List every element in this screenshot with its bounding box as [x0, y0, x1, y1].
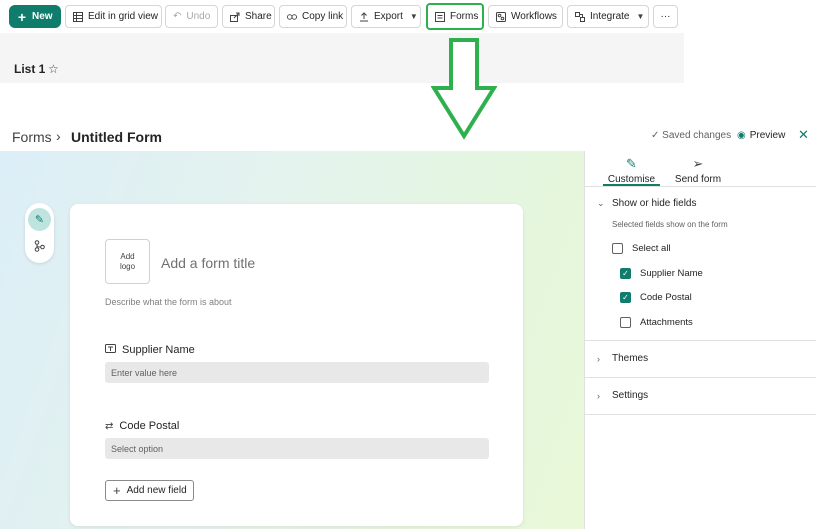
choice-swap-icon: ⇄	[105, 420, 114, 432]
workflows-button[interactable]: Workflows	[488, 5, 563, 28]
supplier-name-input[interactable]: Enter value here	[105, 362, 489, 383]
new-button[interactable]: + New	[9, 5, 61, 28]
plus-icon: +	[17, 8, 27, 25]
edit-in-grid-view-label: Edit in grid view	[88, 11, 159, 22]
checkbox-checked[interactable]: ✓	[620, 292, 631, 303]
workflows-label: Workflows	[511, 11, 557, 22]
branching-icon[interactable]	[28, 236, 51, 256]
themes-label: Themes	[612, 353, 649, 364]
chevron-down-icon: ▼	[636, 12, 645, 21]
integrate-label: Integrate	[590, 11, 630, 22]
show-hide-heading: Show or hide fields	[612, 198, 697, 209]
add-logo-label-1: Add	[120, 251, 135, 261]
add-logo-label-2: logo	[119, 261, 136, 271]
chevron-down-icon: ⌄	[597, 198, 605, 208]
integrate-button[interactable]: Integrate ▼	[567, 5, 649, 28]
chevron-down-icon: ▼	[409, 12, 418, 21]
command-bar: + New Edit in grid view ↶ Undo Share Cop…	[0, 0, 684, 33]
chevron-right-icon: ›	[597, 390, 600, 401]
copy-link-label: Copy link	[302, 11, 344, 22]
checkbox-checked[interactable]: ✓	[620, 268, 631, 279]
export-button[interactable]: Export ▼	[351, 5, 421, 28]
workflow-icon	[496, 11, 506, 22]
active-tab-indicator	[603, 184, 660, 186]
field-checkbox-label: Supplier Name	[640, 268, 703, 279]
checkbox[interactable]	[612, 243, 623, 254]
field-checkbox-supplier-name[interactable]: ✓ Supplier Name	[620, 268, 703, 279]
eye-icon: ◉	[737, 130, 746, 141]
add-new-field-button[interactable]: + Add new field	[105, 480, 194, 501]
settings-label: Settings	[612, 390, 649, 401]
new-button-label: New	[32, 11, 53, 22]
undo-button[interactable]: ↶ Undo	[165, 5, 218, 28]
check-icon: ✓	[651, 130, 660, 141]
integrate-icon	[575, 11, 585, 22]
plus-icon: +	[113, 483, 121, 498]
share-icon	[230, 12, 240, 22]
select-all-label: Select all	[632, 243, 671, 254]
forms-button[interactable]: Forms	[426, 3, 484, 30]
code-postal-select[interactable]: Select option	[105, 438, 489, 459]
link-icon	[287, 12, 297, 22]
tabs-divider	[584, 186, 816, 187]
more-options-button[interactable]: ···	[653, 5, 678, 28]
favorite-star-icon[interactable]: ☆	[48, 62, 59, 76]
export-icon	[359, 11, 369, 22]
send-icon: ➢	[692, 156, 704, 171]
field-checkbox-attachments[interactable]: Attachments	[620, 317, 693, 328]
form-title-input[interactable]: Add a form title	[161, 255, 255, 271]
breadcrumb-forms[interactable]: Forms	[12, 129, 52, 145]
themes-section[interactable]: › Themes	[597, 353, 648, 364]
chevron-right-icon: ›	[597, 353, 600, 364]
add-new-field-label: Add new field	[126, 485, 187, 496]
list-header	[0, 33, 684, 83]
form-icon	[435, 11, 445, 22]
annotation-arrow-icon	[431, 38, 497, 140]
text-field-icon	[105, 344, 116, 356]
tab-customise[interactable]: ✎ Customise	[603, 156, 660, 185]
saved-status: ✓ Saved changes	[651, 130, 731, 141]
copy-link-button[interactable]: Copy link	[279, 5, 347, 28]
export-label: Export	[374, 11, 403, 22]
field-checkbox-label: Code Postal	[640, 292, 692, 303]
list-title: List 1	[14, 62, 46, 76]
more-icon: ···	[660, 11, 671, 22]
share-label: Share	[245, 11, 272, 22]
tab-send-form-label: Send form	[674, 174, 722, 185]
saved-status-label: Saved changes	[662, 130, 732, 141]
form-description-input[interactable]: Describe what the form is about	[105, 297, 232, 307]
share-button[interactable]: Share	[222, 5, 275, 28]
show-hide-fields-section[interactable]: ⌄ Show or hide fields	[597, 198, 697, 209]
checkbox[interactable]	[620, 317, 631, 328]
field-checkbox-label: Attachments	[640, 317, 693, 328]
grid-icon	[73, 11, 83, 22]
section-divider	[584, 377, 816, 378]
show-hide-subtitle: Selected fields show on the form	[612, 220, 728, 229]
settings-section[interactable]: › Settings	[597, 390, 648, 401]
question-label: ⇄ Code Postal	[105, 420, 179, 432]
preview-label: Preview	[749, 130, 786, 141]
section-divider	[584, 340, 816, 341]
undo-icon: ↶	[173, 11, 182, 22]
tab-send-form[interactable]: ➢ Send form	[670, 156, 726, 185]
select-all-checkbox[interactable]: Select all	[612, 243, 671, 254]
close-icon[interactable]: ✕	[798, 127, 809, 143]
question-label-text: Code Postal	[119, 420, 180, 432]
preview-button[interactable]: ◉ Preview	[737, 130, 785, 141]
pencil-icon[interactable]: ✎	[28, 208, 51, 231]
form-name-title: Untitled Form	[71, 129, 162, 145]
question-label-text: Supplier Name	[122, 344, 195, 356]
forms-label: Forms	[450, 11, 479, 22]
add-logo-button[interactable]: Add logo	[105, 239, 150, 284]
question-label: Supplier Name	[105, 344, 195, 356]
paint-brush-icon: ✎	[626, 156, 637, 171]
edit-in-grid-view-button[interactable]: Edit in grid view	[65, 5, 162, 28]
chevron-right-icon: ›	[56, 128, 61, 144]
section-divider	[584, 414, 816, 415]
undo-label: Undo	[186, 11, 211, 22]
field-checkbox-code-postal[interactable]: ✓ Code Postal	[620, 292, 692, 303]
